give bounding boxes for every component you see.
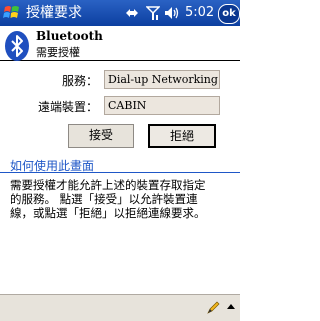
window-title: 授權要求 xyxy=(26,5,82,21)
volume-icon[interactable] xyxy=(163,5,181,21)
help-divider xyxy=(0,172,240,173)
accept-button[interactable]: 接受 xyxy=(68,124,134,148)
title-bar: 授權要求 5:02 ok xyxy=(0,0,240,26)
help-line-2: 的服務。 點選「接受」以允許裝置連 xyxy=(10,192,198,206)
help-line-1: 需要授權才能允許上述的裝置存取指定 xyxy=(10,178,206,192)
ok-button[interactable]: ok xyxy=(218,4,240,24)
service-field: Dial-up Networking xyxy=(104,70,220,89)
remote-device-label: 遠端裝置： xyxy=(38,100,99,114)
clock[interactable]: 5:02 xyxy=(185,5,214,20)
menu-bar xyxy=(0,294,240,321)
pencil-icon[interactable] xyxy=(205,300,221,316)
reject-button[interactable]: 拒絕 xyxy=(148,124,216,148)
signal-icon[interactable] xyxy=(146,5,160,21)
service-label: 服務： xyxy=(62,74,99,88)
up-arrow-icon[interactable] xyxy=(226,300,236,314)
windows-flag-icon[interactable] xyxy=(2,3,22,23)
help-line-3: 線，或點選「拒絕」以拒絕連線要求。 xyxy=(10,206,206,220)
help-text: 需要授權才能允許上述的裝置存取指定 的服務。 點選「接受」以允許裝置連 線，或點… xyxy=(10,178,235,220)
bluetooth-icon xyxy=(5,31,29,61)
connectivity-icon[interactable] xyxy=(124,5,140,21)
app-subtitle: 需要授權 xyxy=(36,46,80,59)
remote-device-field: CABIN xyxy=(104,96,220,115)
app-name: Bluetooth xyxy=(36,29,103,43)
